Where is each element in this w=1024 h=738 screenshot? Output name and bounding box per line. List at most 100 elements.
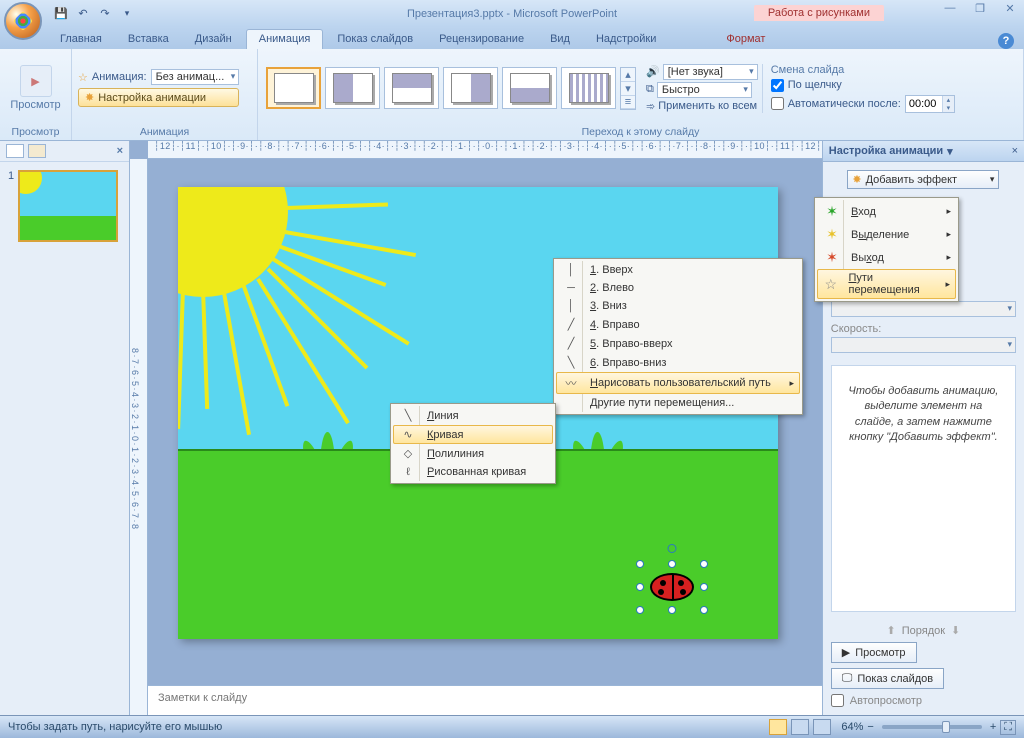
zoom-slider[interactable]	[882, 725, 982, 729]
window-title: Презентация3.pptx - Microsoft PowerPoint	[407, 8, 617, 20]
slides-tab-icon[interactable]	[6, 144, 24, 158]
outline-tab-icon[interactable]	[28, 144, 46, 158]
slide-thumbnail-1[interactable]: 1	[8, 170, 121, 242]
minimize-icon[interactable]: —	[940, 2, 960, 15]
anim-speed-combo	[831, 337, 1016, 353]
sound-combo[interactable]: [Нет звука]	[663, 64, 758, 80]
menu-entrance[interactable]: ✶Вход▸	[817, 200, 956, 223]
zoom-value[interactable]: 64%	[841, 721, 863, 733]
entrance-icon: ✶	[826, 203, 838, 220]
context-tab-header: Работа с рисунками	[754, 5, 884, 21]
animate-combo[interactable]: Без анимац...	[151, 69, 240, 85]
speed-combo[interactable]: Быстро	[657, 82, 752, 98]
notes-pane[interactable]: Заметки к слайду	[148, 685, 822, 715]
tab-format[interactable]: Формат	[714, 30, 777, 49]
apply-all-button[interactable]: ➾Применить ко всем	[646, 100, 758, 113]
auto-time-spinner[interactable]: ▴▾	[905, 95, 955, 113]
help-icon[interactable]: ?	[998, 33, 1014, 49]
maximize-icon[interactable]: ❐	[970, 2, 990, 15]
apply-all-icon: ➾	[646, 100, 655, 113]
fit-window-icon[interactable]: ⛶	[1000, 720, 1016, 735]
status-bar: Чтобы задать путь, нарисуйте его мышью 6…	[0, 715, 1024, 738]
task-pane-close-icon[interactable]: ×	[1012, 145, 1018, 157]
transition-item[interactable]	[384, 67, 439, 109]
quick-access-toolbar: 💾 ↶ ↷ ▾	[52, 5, 136, 23]
motion-up[interactable]: │1. Вверх	[556, 261, 800, 279]
advance-title: Смена слайда	[771, 64, 955, 76]
play-icon: ▶	[842, 646, 850, 659]
reorder-label: Порядок	[902, 625, 945, 637]
transition-item[interactable]	[325, 67, 380, 109]
custom-animation-button[interactable]: ✸ Настройка анимации	[78, 88, 239, 107]
tab-slideshow[interactable]: Показ слайдов	[325, 30, 425, 49]
exit-icon: ✶	[826, 249, 838, 266]
preview-anim-button[interactable]: ▶Просмотр	[831, 642, 917, 663]
auto-after-label: Автоматически после:	[788, 98, 901, 110]
speed-icon: ⧉	[646, 83, 654, 96]
rotate-handle[interactable]	[668, 544, 677, 553]
motion-right[interactable]: ╱4. Вправо	[556, 315, 800, 334]
motion-left[interactable]: ─2. Влево	[556, 279, 800, 297]
on-click-checkbox[interactable]	[771, 79, 784, 92]
tab-view[interactable]: Вид	[538, 30, 582, 49]
transition-none[interactable]	[266, 67, 321, 109]
tab-insert[interactable]: Вставка	[116, 30, 181, 49]
ribbon-tabs: Главная Вставка Дизайн Анимация Показ сл…	[0, 27, 1024, 49]
zoom-in-icon[interactable]: +	[990, 721, 996, 733]
add-effect-button[interactable]: ✸ Добавить эффект	[847, 170, 999, 189]
draw-line[interactable]: ╲Линия	[393, 406, 553, 425]
property-combo	[831, 301, 1016, 317]
scribble-icon: 〰	[560, 375, 582, 391]
qat-dropdown-icon[interactable]: ▾	[118, 5, 136, 23]
autopreview-checkbox[interactable]	[831, 694, 844, 707]
task-pane-dropdown-icon[interactable]: ▾	[947, 145, 953, 158]
tab-addins[interactable]: Надстройки	[584, 30, 668, 49]
freeform-icon: ◇	[397, 447, 419, 460]
close-icon[interactable]: ✕	[1000, 2, 1020, 15]
transition-item[interactable]	[443, 67, 498, 109]
motion-downright[interactable]: ╲6. Вправо-вниз	[556, 353, 800, 372]
zoom-out-icon[interactable]: −	[867, 721, 873, 733]
move-down-icon: ⬇	[951, 624, 960, 637]
draw-curve[interactable]: ∿Кривая	[393, 425, 553, 444]
menu-exit[interactable]: ✶Выход▸	[817, 246, 956, 269]
slideshow-button[interactable]: 🖵Показ слайдов	[831, 668, 944, 689]
redo-icon[interactable]: ↷	[96, 5, 114, 23]
selection-handles[interactable]	[640, 564, 704, 610]
sorter-view-button[interactable]	[791, 719, 809, 735]
star-icon: ✸	[852, 173, 861, 186]
motion-more[interactable]: Другие пути перемещения...	[556, 394, 800, 412]
auto-after-checkbox[interactable]	[771, 97, 784, 110]
tab-animation[interactable]: Анимация	[246, 29, 324, 49]
slideshow-view-button[interactable]	[813, 719, 831, 735]
gallery-scroll[interactable]: ▴▾≡	[620, 67, 636, 110]
normal-view-button[interactable]	[769, 719, 787, 735]
tab-review[interactable]: Рецензирование	[427, 30, 536, 49]
auto-time-input[interactable]	[906, 96, 942, 112]
transition-item[interactable]	[502, 67, 557, 109]
move-up-icon: ⬆	[887, 624, 896, 637]
preview-button[interactable]: ▶ Просмотр	[6, 63, 64, 113]
motion-draw-custom[interactable]: 〰Нарисовать пользовательский путь▸	[556, 372, 800, 394]
draw-scribble[interactable]: ℓРисованная кривая	[393, 463, 553, 481]
menu-emphasis[interactable]: ✶Выделение▸	[817, 223, 956, 246]
panel-close-icon[interactable]: ×	[117, 145, 123, 157]
preview-icon: ▶	[20, 65, 52, 97]
office-button[interactable]	[4, 2, 42, 40]
undo-icon[interactable]: ↶	[74, 5, 92, 23]
transition-item[interactable]	[561, 67, 616, 109]
group-animation-label: Анимация	[78, 124, 251, 138]
ladybug-shape[interactable]	[646, 570, 698, 604]
menu-motion-paths[interactable]: ☆Пути перемещения▸	[817, 269, 956, 299]
sound-icon: 🔊	[646, 65, 660, 78]
curve-icon: ∿	[397, 428, 419, 441]
save-icon[interactable]: 💾	[52, 5, 70, 23]
tab-design[interactable]: Дизайн	[183, 30, 244, 49]
tab-home[interactable]: Главная	[48, 30, 114, 49]
sun-shape[interactable]	[178, 187, 288, 297]
motion-upright[interactable]: ╱5. Вправо-вверх	[556, 334, 800, 353]
motion-down[interactable]: │3. Вниз	[556, 297, 800, 315]
draw-path-menu: ╲Линия ∿Кривая ◇Полилиния ℓРисованная кр…	[390, 403, 556, 484]
draw-freeform[interactable]: ◇Полилиния	[393, 444, 553, 463]
title-bar: 💾 ↶ ↷ ▾ Презентация3.pptx - Microsoft Po…	[0, 0, 1024, 27]
